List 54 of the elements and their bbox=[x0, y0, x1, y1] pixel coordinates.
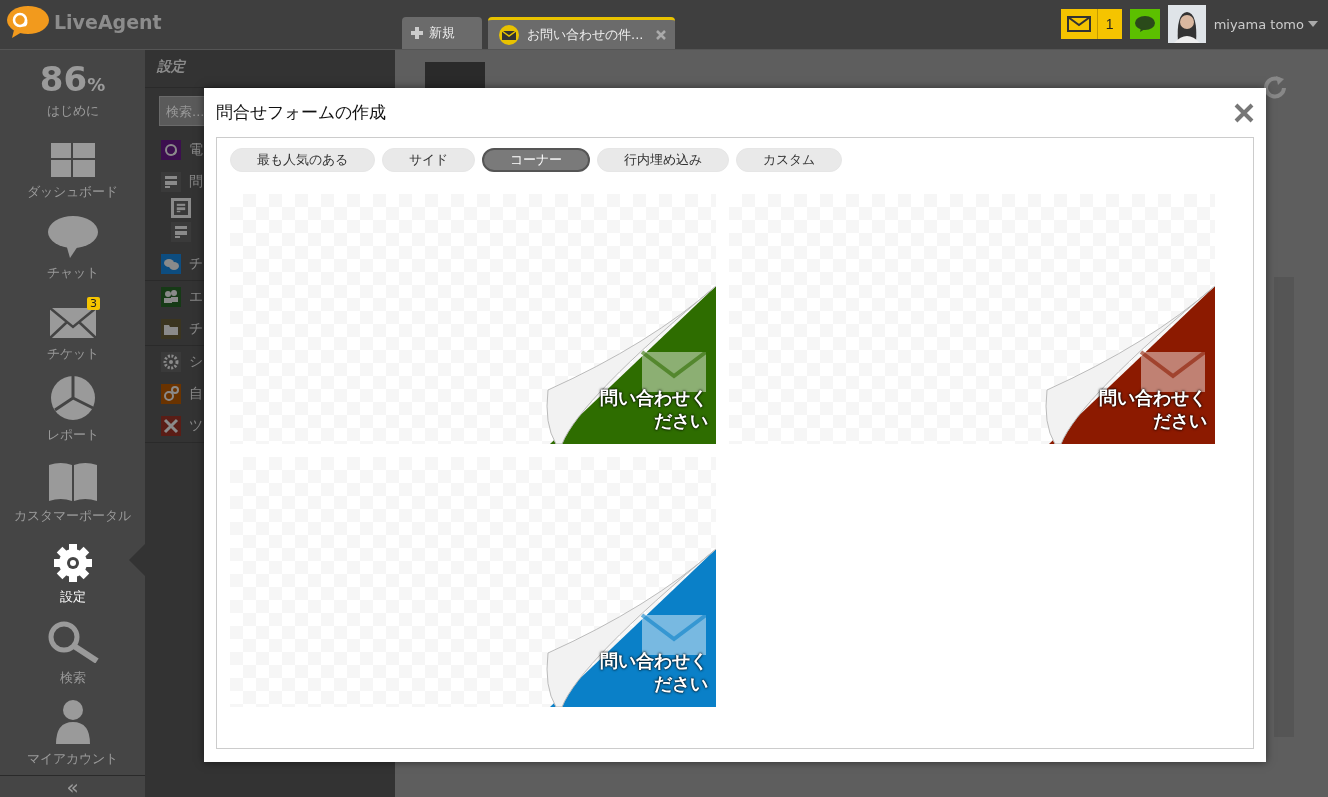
search-icon bbox=[46, 621, 99, 663]
menu-item[interactable]: 問 bbox=[189, 173, 203, 191]
nav-item[interactable]: ダッシュボード bbox=[0, 124, 145, 205]
nav-item[interactable]: 検索 bbox=[0, 610, 145, 691]
button-preview[interactable]: 問い合わせく ださい bbox=[729, 194, 1215, 444]
app-logo: LiveAgent bbox=[54, 11, 162, 33]
book-icon bbox=[48, 461, 97, 501]
form-icon[interactable] bbox=[171, 222, 191, 242]
filter-tab[interactable]: カスタム bbox=[736, 148, 842, 172]
envelope-icon bbox=[48, 307, 97, 339]
envelope-icon bbox=[497, 24, 521, 45]
filter-tab[interactable]: コーナー bbox=[482, 148, 590, 172]
plus-icon bbox=[411, 27, 423, 39]
speech-bubble-icon bbox=[47, 216, 98, 258]
nav-item[interactable]: チャット bbox=[0, 205, 145, 286]
form-icon[interactable] bbox=[171, 198, 191, 218]
count-badge: 3 bbox=[87, 297, 100, 310]
button-preview[interactable]: 問い合わせく ださい bbox=[230, 194, 716, 444]
progress-percent: 86% bbox=[39, 62, 106, 96]
nav-item[interactable]: 86% はじめに bbox=[0, 50, 145, 124]
tab[interactable]: 新規 bbox=[402, 17, 482, 49]
logo-icon bbox=[6, 6, 50, 38]
filter-tab[interactable]: サイド bbox=[382, 148, 475, 172]
filter-tab[interactable]: 最も人気のある bbox=[230, 148, 375, 172]
menu-item[interactable]: 電 bbox=[189, 141, 203, 159]
chat-button[interactable] bbox=[1129, 9, 1160, 39]
menu-item[interactable]: 自 bbox=[189, 385, 203, 403]
tab[interactable]: お問い合わせの件... bbox=[488, 17, 675, 49]
nav-item[interactable]: カスタマーポータル bbox=[0, 448, 145, 529]
close-icon[interactable] bbox=[656, 29, 666, 40]
button-label: 問い合わせく ださい bbox=[1099, 387, 1207, 432]
menu-item[interactable]: エ bbox=[189, 288, 203, 306]
gear-icon bbox=[53, 544, 92, 582]
menu-item[interactable]: ツ bbox=[189, 417, 203, 435]
menu-item[interactable]: チ bbox=[189, 320, 203, 338]
user-menu[interactable]: miyama tomo bbox=[1213, 16, 1318, 32]
menu-item[interactable]: チ bbox=[189, 255, 203, 273]
nav-item[interactable]: 3 チケット bbox=[0, 286, 145, 367]
button-label: 問い合わせく ださい bbox=[600, 387, 708, 432]
nav-item[interactable]: マイアカウント bbox=[0, 691, 145, 772]
filter-tab[interactable]: 行内埋め込み bbox=[597, 148, 729, 172]
dialog-title: 問合せフォームの作成 bbox=[216, 101, 386, 124]
pie-chart-icon bbox=[50, 376, 95, 420]
grid-icon bbox=[50, 143, 95, 177]
mail-counter[interactable]: 1 bbox=[1060, 9, 1122, 39]
menu-item[interactable]: シ bbox=[189, 353, 203, 371]
button-preview[interactable]: 問い合わせく ださい bbox=[230, 457, 716, 707]
speech-bubble-icon bbox=[1134, 16, 1155, 32]
avatar[interactable] bbox=[1167, 5, 1206, 43]
button-label: 問い合わせく ださい bbox=[600, 650, 708, 695]
caret-icon bbox=[1308, 21, 1318, 27]
nav-item[interactable]: レポート bbox=[0, 367, 145, 448]
refresh-icon[interactable] bbox=[1262, 75, 1288, 101]
person-icon bbox=[55, 700, 90, 744]
